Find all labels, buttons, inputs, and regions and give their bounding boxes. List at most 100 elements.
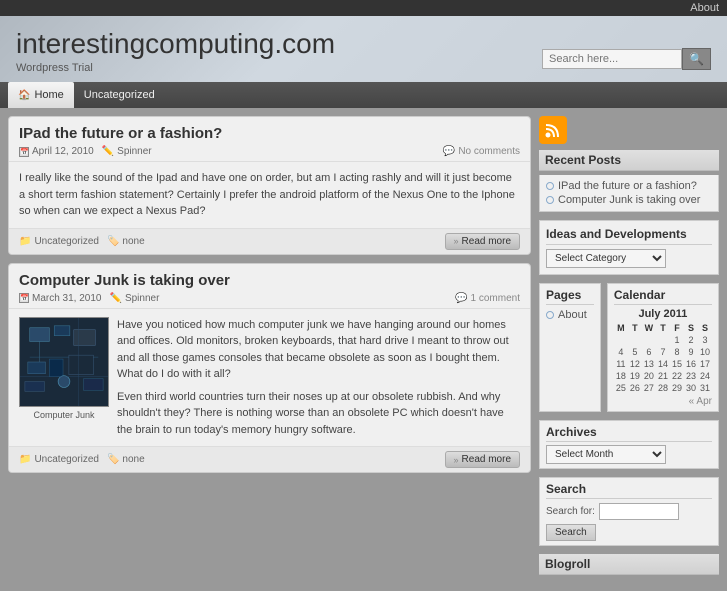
archives-select[interactable]: Select Month [546, 445, 666, 464]
calendar-day[interactable]: 17 [698, 358, 712, 370]
site-title: interestingcomputing.com [16, 28, 335, 60]
comment-icon: 💬 [443, 146, 455, 157]
recent-posts-section: Recent Posts IPad the future or a fashio… [539, 150, 719, 212]
about-link[interactable]: About [690, 2, 719, 14]
cal-header-s: S [684, 322, 698, 334]
calendar-day[interactable]: 25 [614, 382, 628, 394]
search-for-row: Search for: [546, 503, 712, 520]
top-bar: About [0, 0, 727, 16]
post-date-2: 📅 March 31, 2010 [19, 293, 102, 304]
recent-post-link-2[interactable]: Computer Junk is taking over [546, 193, 712, 207]
calendar-day[interactable]: 29 [670, 382, 684, 394]
calendar-day[interactable]: 7 [656, 346, 670, 358]
calendar-title: Calendar [614, 288, 712, 305]
post-thumb-caption: Computer Junk [19, 409, 109, 423]
calendar-day [656, 334, 670, 346]
calendar-day[interactable]: 24 [698, 370, 712, 382]
calendar-day[interactable]: 18 [614, 370, 628, 382]
recent-post-link-1[interactable]: IPad the future or a fashion? [546, 179, 712, 193]
rss-icon[interactable] [539, 116, 567, 144]
folder-icon-2: 📁 [19, 454, 31, 465]
cal-header-f: F [670, 322, 684, 334]
read-more-1[interactable]: » Read more [445, 233, 520, 250]
folder-icon: 📁 [19, 236, 31, 247]
calendar-day[interactable]: 22 [670, 370, 684, 382]
calendar-day[interactable]: 14 [656, 358, 670, 370]
calendar-day[interactable]: 16 [684, 358, 698, 370]
calendar-day[interactable]: 21 [656, 370, 670, 382]
blogroll-section: Blogroll [539, 554, 719, 575]
link-dot-about [546, 311, 554, 319]
calendar-day[interactable]: 26 [628, 382, 642, 394]
header-search-input[interactable] [542, 49, 682, 69]
post-author-1: ✏️ Spinner [102, 146, 152, 157]
cal-header-t2: T [656, 322, 670, 334]
calendar-day[interactable]: 2 [684, 334, 698, 346]
home-icon: 🏠 [18, 90, 30, 101]
pages-section: Pages About [539, 283, 601, 412]
calendar-day[interactable]: 10 [698, 346, 712, 358]
calendar-day[interactable]: 15 [670, 358, 684, 370]
pages-cal-row: Pages About Calendar July 2011 M T W T [539, 283, 719, 412]
calendar-day[interactable]: 19 [628, 370, 642, 382]
post-comments-1[interactable]: 💬 No comments [443, 146, 520, 157]
calendar-day[interactable]: 8 [670, 346, 684, 358]
site-subtitle: Wordpress Trial [16, 62, 335, 74]
archives-section: Archives Select Month [539, 420, 719, 469]
calendar-day[interactable]: 12 [628, 358, 642, 370]
author-icon: ✏️ [102, 146, 114, 157]
calendar-day[interactable]: 9 [684, 346, 698, 358]
post-thumbnail-2 [19, 317, 109, 407]
calendar-day[interactable]: 1 [670, 334, 684, 346]
about-page-link[interactable]: About [546, 308, 594, 322]
link-dot-icon-2 [546, 196, 554, 204]
calendar-day [642, 334, 656, 346]
calendar-day [614, 334, 628, 346]
post-category-2: 📁 Uncategorized [19, 454, 99, 465]
read-more-2[interactable]: » Read more [445, 451, 520, 468]
cal-header-w: W [642, 322, 656, 334]
header-search-button[interactable]: 🔍 [682, 48, 711, 70]
calendar-nav[interactable]: « Apr [614, 396, 712, 407]
category-select[interactable]: Select Category [546, 249, 666, 268]
calendar-day[interactable]: 5 [628, 346, 642, 358]
calendar-day[interactable]: 4 [614, 346, 628, 358]
post-date-1: 📅 April 12, 2010 [19, 146, 94, 157]
calendar-day[interactable]: 30 [684, 382, 698, 394]
post-comments-2[interactable]: 💬 1 comment [455, 293, 520, 304]
post-header-2: Computer Junk is taking over 📅 March 31,… [9, 264, 530, 309]
nav-item-uncategorized[interactable]: Uncategorized [74, 82, 165, 108]
author-icon-2: ✏️ [110, 293, 122, 304]
calendar-day[interactable]: 13 [642, 358, 656, 370]
search-for-label: Search for: [546, 506, 595, 517]
search-submit-button[interactable]: Search [546, 524, 596, 541]
header: interestingcomputing.com Wordpress Trial… [0, 16, 727, 82]
nav-item-home[interactable]: 🏠 Home [8, 82, 74, 108]
post-footer-1: 📁 Uncategorized 🏷️ none » Read more [9, 228, 530, 254]
calendar-day[interactable]: 27 [642, 382, 656, 394]
post-title-1[interactable]: IPad the future or a fashion? [19, 125, 520, 142]
recent-posts-content: IPad the future or a fashion? Computer J… [539, 175, 719, 212]
post-body-1: I really like the sound of the Ipad and … [9, 162, 530, 228]
calendar-day[interactable]: 23 [684, 370, 698, 382]
calendar-day[interactable]: 31 [698, 382, 712, 394]
search-for-input[interactable] [599, 503, 679, 520]
post-footer-2: 📁 Uncategorized 🏷️ none » Read more [9, 446, 530, 472]
post-title-2[interactable]: Computer Junk is taking over [19, 272, 520, 289]
main-layout: IPad the future or a fashion? 📅 April 12… [0, 108, 727, 591]
calendar-day[interactable]: 11 [614, 358, 628, 370]
chevron-right-icon-2: » [454, 455, 459, 465]
cal-header-m: M [614, 322, 628, 334]
header-search: 🔍 [542, 48, 711, 70]
calendar-day[interactable]: 6 [642, 346, 656, 358]
post-meta-1: 📅 April 12, 2010 ✏️ Spinner 💬 No comment… [19, 146, 520, 157]
calendar-icon-2: 📅 [19, 293, 29, 303]
calendar-day[interactable]: 3 [698, 334, 712, 346]
calendar-day[interactable]: 20 [642, 370, 656, 382]
cal-header-s2: S [698, 322, 712, 334]
ideas-title: Ideas and Developments [546, 227, 712, 245]
search-section-title: Search [546, 482, 712, 499]
calendar-day[interactable]: 28 [656, 382, 670, 394]
calendar-icon: 📅 [19, 147, 29, 157]
post-author-2: ✏️ Spinner [110, 293, 160, 304]
